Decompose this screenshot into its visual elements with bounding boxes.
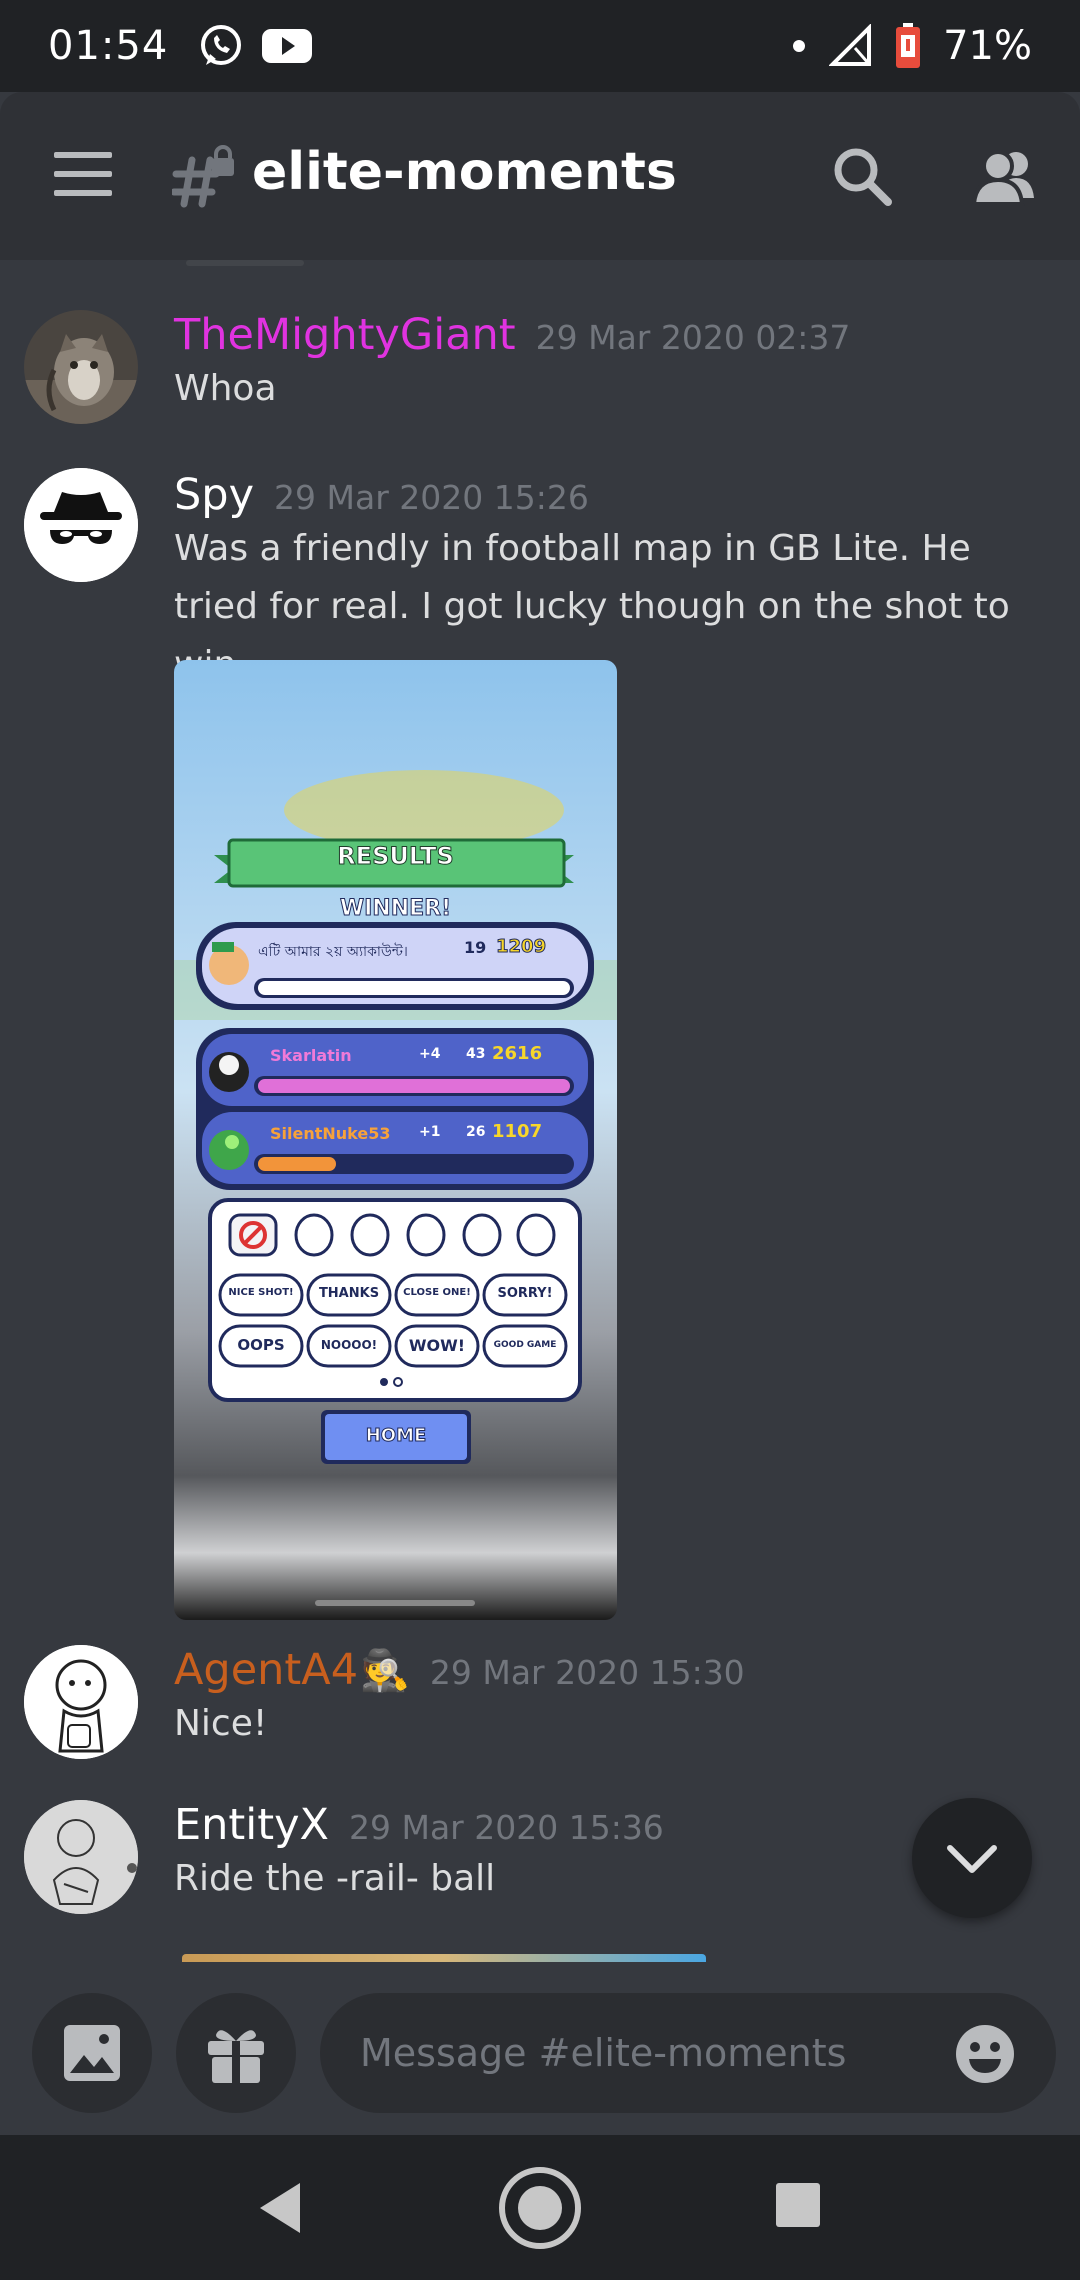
jump-to-bottom-button[interactable] bbox=[912, 1798, 1032, 1918]
menu-icon[interactable] bbox=[54, 152, 112, 196]
player-trophies: 1107 bbox=[492, 1121, 543, 1142]
player-bonus: +1 bbox=[419, 1124, 441, 1140]
attach-image-button[interactable] bbox=[32, 1993, 152, 2113]
gift-button[interactable] bbox=[176, 1993, 296, 2113]
back-icon[interactable] bbox=[252, 2173, 312, 2243]
winner-label: WINNER! bbox=[339, 896, 452, 922]
dot-icon bbox=[793, 40, 806, 52]
image-attachment[interactable]: RESULTS WINNER! এটি আমার ২য় অ্যাকাউন্ট।… bbox=[174, 660, 617, 1620]
whatsapp-icon bbox=[201, 25, 242, 65]
avatar[interactable] bbox=[24, 1800, 138, 1914]
battery-percent: 71% bbox=[943, 23, 1032, 69]
message-composer: Message #elite-moments bbox=[0, 1965, 1080, 2135]
player-name: এটি আমার ২য় অ্যাকাউন্ট। bbox=[258, 944, 408, 960]
locked-channel-icon bbox=[172, 145, 234, 208]
message-list[interactable]: TheMightyGiant 29 Mar 2020 02:37 Whoa Sp… bbox=[0, 260, 1080, 1965]
gift-icon bbox=[208, 2030, 264, 2083]
player-name: SilentNuke53 bbox=[270, 1124, 391, 1143]
player-bonus: +4 bbox=[419, 1046, 441, 1062]
author-name[interactable]: AgentA4 bbox=[174, 1645, 358, 1695]
spy-icon bbox=[24, 468, 138, 582]
player-level: 43 bbox=[466, 1046, 486, 1062]
author-name[interactable]: TheMightyGiant bbox=[174, 310, 516, 360]
quick-chat-option: CLOSE ONE! bbox=[403, 1287, 471, 1298]
message-placeholder: Message #elite-moments bbox=[360, 2031, 847, 2075]
divider bbox=[186, 260, 304, 266]
quick-chat-option: WOW! bbox=[408, 1336, 466, 1355]
author-name[interactable]: EntityX bbox=[174, 1800, 329, 1850]
quick-chat-option: NICE SHOT! bbox=[228, 1287, 294, 1298]
recents-icon[interactable] bbox=[774, 2181, 822, 2229]
detective-emoji: 🕵 bbox=[360, 1648, 410, 1694]
timestamp: 29 Mar 2020 15:26 bbox=[274, 478, 589, 517]
player-trophies: 1209 bbox=[495, 936, 547, 958]
status-time: 01:54 bbox=[48, 23, 169, 69]
channel-header: elite-moments bbox=[0, 92, 1080, 260]
avatar[interactable] bbox=[24, 1645, 138, 1759]
channel-title: elite-moments bbox=[252, 142, 677, 202]
image-icon bbox=[64, 2025, 120, 2081]
timestamp: 29 Mar 2020 15:30 bbox=[429, 1653, 745, 1692]
youtube-icon bbox=[262, 29, 313, 63]
home-label: HOME bbox=[365, 1425, 427, 1447]
system-nav-bar bbox=[0, 2135, 1080, 2280]
status-bar: 01:54 71% bbox=[0, 0, 1080, 92]
timestamp: 29 Mar 2020 15:36 bbox=[349, 1808, 664, 1847]
search-icon[interactable] bbox=[830, 144, 894, 208]
avatar[interactable] bbox=[24, 468, 138, 582]
player-level: 26 bbox=[466, 1124, 486, 1140]
timestamp: 29 Mar 2020 02:37 bbox=[535, 318, 851, 357]
members-icon[interactable] bbox=[970, 142, 1040, 212]
battery-icon bbox=[896, 23, 921, 68]
avatar[interactable] bbox=[24, 310, 138, 424]
player-level: 19 bbox=[464, 938, 487, 957]
chevron-down-icon bbox=[947, 1845, 997, 1873]
quick-chat-option: SORRY! bbox=[497, 1286, 553, 1301]
quick-chat-option: THANKS bbox=[318, 1286, 380, 1301]
player-trophies: 2616 bbox=[492, 1043, 543, 1064]
signal-icon bbox=[829, 24, 872, 66]
message-text: Whoa bbox=[174, 368, 277, 409]
results-title: RESULTS bbox=[337, 842, 455, 871]
emoji-icon[interactable] bbox=[954, 2023, 1016, 2085]
message-input[interactable]: Message #elite-moments bbox=[320, 1993, 1056, 2113]
quick-chat-option: OOPS bbox=[237, 1336, 285, 1354]
player-name: Skarlatin bbox=[270, 1046, 352, 1065]
message-text: Nice! bbox=[174, 1703, 268, 1744]
image-attachment-preview[interactable] bbox=[182, 1954, 706, 1962]
quick-chat-option: GOOD GAME bbox=[493, 1340, 557, 1350]
home-nav-icon[interactable] bbox=[497, 2165, 583, 2251]
quick-chat-option: NOOOO! bbox=[320, 1338, 378, 1352]
author-name[interactable]: Spy bbox=[174, 470, 254, 520]
